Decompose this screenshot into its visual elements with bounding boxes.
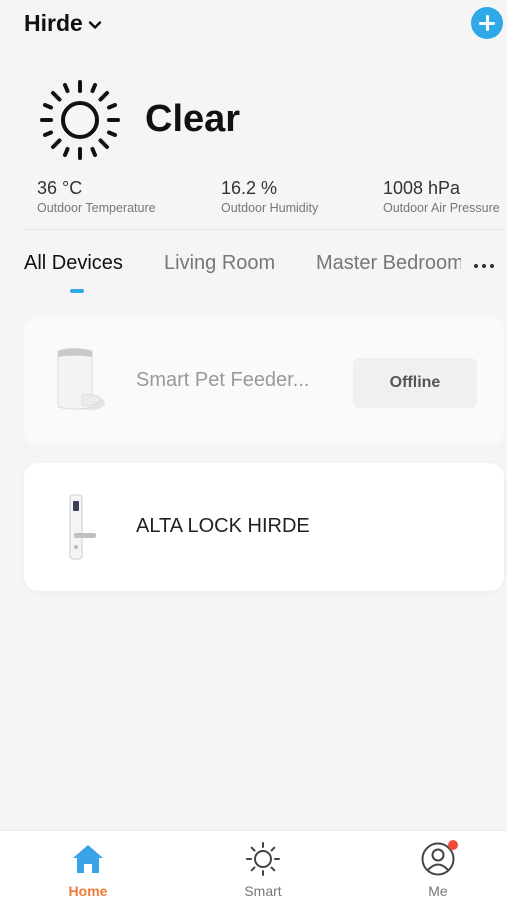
temperature-label: Outdoor Temperature xyxy=(37,201,156,215)
weather-condition: Clear xyxy=(145,98,241,140)
air-pressure-label: Outdoor Air Pressure xyxy=(383,201,500,215)
stat-temperature: 36 °C Outdoor Temperature xyxy=(37,178,156,215)
nav-smart-label: Smart xyxy=(244,883,282,899)
stat-humidity: 16.2 % Outdoor Humidity xyxy=(221,178,318,215)
tab-living-room[interactable]: Living Room xyxy=(164,252,275,275)
device-card-pet-feeder[interactable]: Smart Pet Feeder... Offline xyxy=(24,317,504,445)
nav-home-label: Home xyxy=(68,883,108,899)
home-name: Hirde xyxy=(24,10,83,36)
tab-all-devices[interactable]: All Devices xyxy=(24,252,123,275)
chevron-down-icon xyxy=(88,20,101,29)
bottom-nav: Home Smart Me xyxy=(0,830,507,900)
nav-me-label: Me xyxy=(428,883,448,899)
temperature-value: 36 °C xyxy=(37,178,83,198)
offline-status-badge: Offline xyxy=(353,358,477,408)
device-name: ALTA LOCK HIRDE xyxy=(136,515,310,537)
header: Hirde xyxy=(0,0,507,52)
tab-master-bedroom[interactable]: Master Bedroom xyxy=(316,252,461,275)
nav-me[interactable]: Me xyxy=(378,831,498,900)
home-icon xyxy=(73,845,103,873)
more-horizontal-icon[interactable] xyxy=(474,256,504,276)
device-card-door-lock[interactable]: ALTA LOCK HIRDE xyxy=(24,463,504,591)
sun-outline-icon xyxy=(246,842,280,876)
humidity-value: 16.2 % xyxy=(221,178,278,198)
divider xyxy=(24,229,507,230)
nav-smart[interactable]: Smart xyxy=(203,831,323,900)
notification-dot xyxy=(448,840,458,850)
humidity-label: Outdoor Humidity xyxy=(221,201,319,215)
door-lock-image xyxy=(69,494,96,560)
add-device-button[interactable] xyxy=(471,7,503,39)
nav-home[interactable]: Home xyxy=(28,831,148,900)
home-selector[interactable]: Hirde xyxy=(24,10,103,37)
pet-feeder-image xyxy=(57,348,105,410)
sun-icon xyxy=(40,80,120,160)
stat-air-pressure: 1008 hPa Outdoor Air Pressure xyxy=(383,178,500,215)
active-tab-indicator xyxy=(70,289,84,293)
device-name: Smart Pet Feeder... xyxy=(136,369,310,391)
air-pressure-value: 1008 hPa xyxy=(383,178,461,198)
